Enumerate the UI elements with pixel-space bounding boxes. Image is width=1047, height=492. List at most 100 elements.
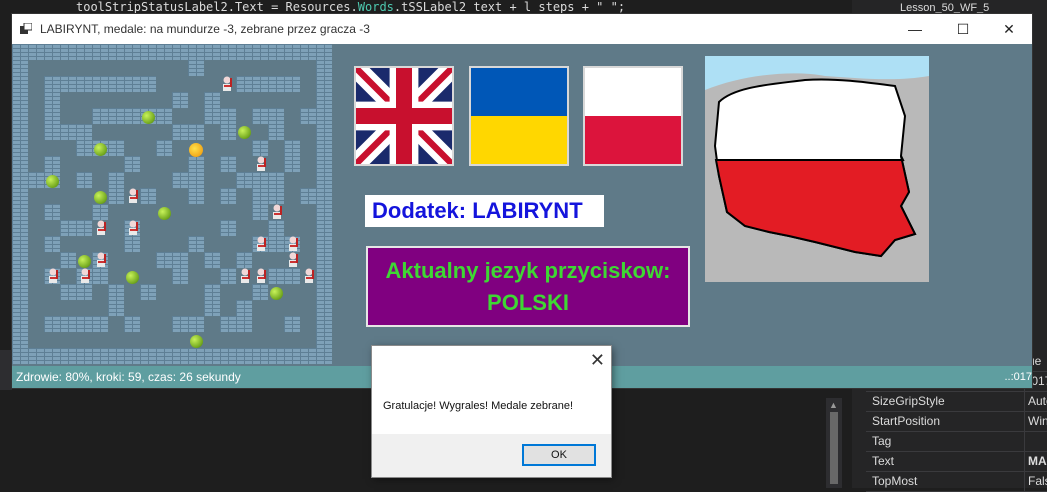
maze-floor (28, 204, 44, 220)
maze-floor (124, 172, 140, 188)
maze-floor (300, 76, 316, 92)
maze-wall (300, 188, 316, 204)
maze-floor (140, 268, 156, 284)
maze-floor (300, 172, 316, 188)
maze-floor (300, 300, 316, 316)
maze-wall (108, 76, 124, 92)
maze-wall (316, 332, 332, 348)
property-row[interactable]: Tag (866, 432, 1047, 452)
maze-wall (92, 44, 108, 60)
maze-wall (236, 316, 252, 332)
medal-icon (190, 335, 203, 348)
maze-wall (76, 172, 92, 188)
maze-floor (28, 236, 44, 252)
maze-floor (140, 236, 156, 252)
scrollbar-thumb[interactable] (830, 412, 838, 484)
maze-floor (172, 332, 188, 348)
maze-floor (156, 220, 172, 236)
ide-scrollbar[interactable]: ▲ (826, 398, 842, 488)
property-row[interactable]: StartPositionWind (866, 412, 1047, 432)
flag-uk-button[interactable] (354, 66, 454, 166)
maze-wall (108, 188, 124, 204)
flag-ukraine-button[interactable] (469, 66, 569, 166)
maze-wall (44, 44, 60, 60)
maze-floor (28, 284, 44, 300)
maze-floor (268, 252, 284, 268)
maze-floor (268, 60, 284, 76)
flag-poland-button[interactable] (583, 66, 683, 166)
maze-wall (76, 124, 92, 140)
maze-wall (172, 44, 188, 60)
maze-floor (188, 252, 204, 268)
maze-floor (76, 204, 92, 220)
maze-wall (172, 348, 188, 364)
close-button[interactable]: ✕ (986, 14, 1032, 44)
maze-floor (44, 332, 60, 348)
maze-wall (220, 108, 236, 124)
ukraine-flag-bottom (471, 116, 567, 164)
maze-floor (28, 60, 44, 76)
maze-wall (316, 140, 332, 156)
maze-floor (236, 140, 252, 156)
maze-wall (172, 172, 188, 188)
window-title: LABIRYNT, medale: na mundurze -3, zebran… (40, 22, 370, 36)
maze-wall (220, 188, 236, 204)
maze-floor (44, 220, 60, 236)
maze-wall (44, 108, 60, 124)
maze-wall (204, 108, 220, 124)
maze-floor (124, 124, 140, 140)
maze-wall (108, 284, 124, 300)
soldier-icon (289, 252, 298, 267)
maze-wall (12, 252, 28, 268)
maze-floor (204, 76, 220, 92)
title-bar[interactable]: LABIRYNT, medale: na mundurze -3, zebran… (12, 14, 1032, 44)
maze-wall (92, 348, 108, 364)
ok-button[interactable]: OK (522, 444, 596, 466)
maze-floor (28, 124, 44, 140)
maze-floor (236, 220, 252, 236)
maze-wall (188, 348, 204, 364)
maze-floor (220, 92, 236, 108)
property-row[interactable]: SizeGripStyleAuto (866, 392, 1047, 412)
maze-floor (188, 76, 204, 92)
maze-floor (92, 332, 108, 348)
property-row[interactable]: TopMostFalse (866, 472, 1047, 492)
property-row[interactable]: TextMAZ (866, 452, 1047, 472)
maze-wall (108, 300, 124, 316)
maze-wall (92, 204, 108, 220)
maze-floor (300, 284, 316, 300)
maze-wall (268, 268, 284, 284)
scroll-up-icon[interactable]: ▲ (829, 400, 838, 410)
maze-floor (156, 284, 172, 300)
maze-wall (12, 220, 28, 236)
soldier-icon (273, 204, 282, 219)
minimize-button[interactable]: — (892, 14, 938, 44)
maze-wall (284, 156, 300, 172)
maze-floor (252, 92, 268, 108)
maze-floor (108, 236, 124, 252)
maze-floor (156, 332, 172, 348)
maze-floor (204, 60, 220, 76)
maximize-button[interactable]: ☐ (940, 14, 986, 44)
maze-wall (188, 188, 204, 204)
maze-wall (124, 76, 140, 92)
maze-floor (76, 332, 92, 348)
maze-floor (284, 124, 300, 140)
maze-wall (284, 76, 300, 92)
maze-wall (236, 348, 252, 364)
maze-wall (316, 300, 332, 316)
maze-floor (44, 140, 60, 156)
language-button[interactable]: Aktualny jezyk przyciskow: POLSKI (366, 246, 690, 327)
medal-icon (270, 287, 283, 300)
maze-wall (44, 124, 60, 140)
soldier-icon (223, 76, 232, 91)
maze-floor (300, 60, 316, 76)
maze-floor (268, 140, 284, 156)
maze-wall (300, 44, 316, 60)
medal-icon (142, 111, 155, 124)
soldier-icon (129, 188, 138, 203)
dialog-close-button[interactable]: ✕ (590, 350, 605, 371)
maze-floor (28, 156, 44, 172)
medal-icon (238, 126, 251, 139)
maze-floor (108, 204, 124, 220)
